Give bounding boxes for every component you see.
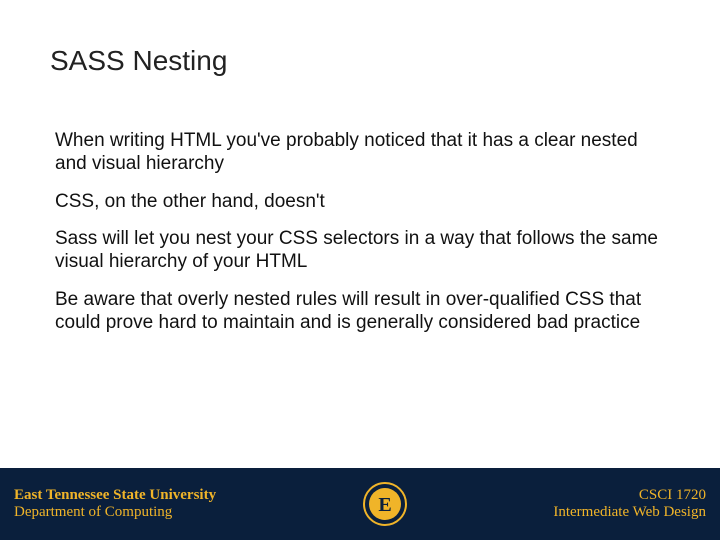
etsu-logo-icon: E xyxy=(363,482,407,526)
svg-text:E: E xyxy=(378,494,391,516)
footer-left: East Tennessee State University Departme… xyxy=(14,487,216,522)
slide-title: SASS Nesting xyxy=(50,45,227,77)
footer-center: E xyxy=(363,482,407,526)
footer-right: CSCI 1720 Intermediate Web Design xyxy=(553,487,706,522)
slide: SASS Nesting When writing HTML you've pr… xyxy=(0,0,720,540)
paragraph: Sass will let you nest your CSS selector… xyxy=(55,228,665,274)
footer: East Tennessee State University Departme… xyxy=(0,468,720,540)
footer-course-code: CSCI 1720 xyxy=(639,487,706,504)
paragraph: Be aware that overly nested rules will r… xyxy=(55,289,665,335)
footer-institution: East Tennessee State University xyxy=(14,487,216,504)
footer-course-name: Intermediate Web Design xyxy=(553,504,706,521)
footer-department: Department of Computing xyxy=(14,504,216,521)
paragraph: CSS, on the other hand, doesn't xyxy=(55,191,665,214)
content-area: When writing HTML you've probably notice… xyxy=(55,130,665,350)
paragraph: When writing HTML you've probably notice… xyxy=(55,130,665,176)
title-area: SASS Nesting xyxy=(50,45,227,77)
